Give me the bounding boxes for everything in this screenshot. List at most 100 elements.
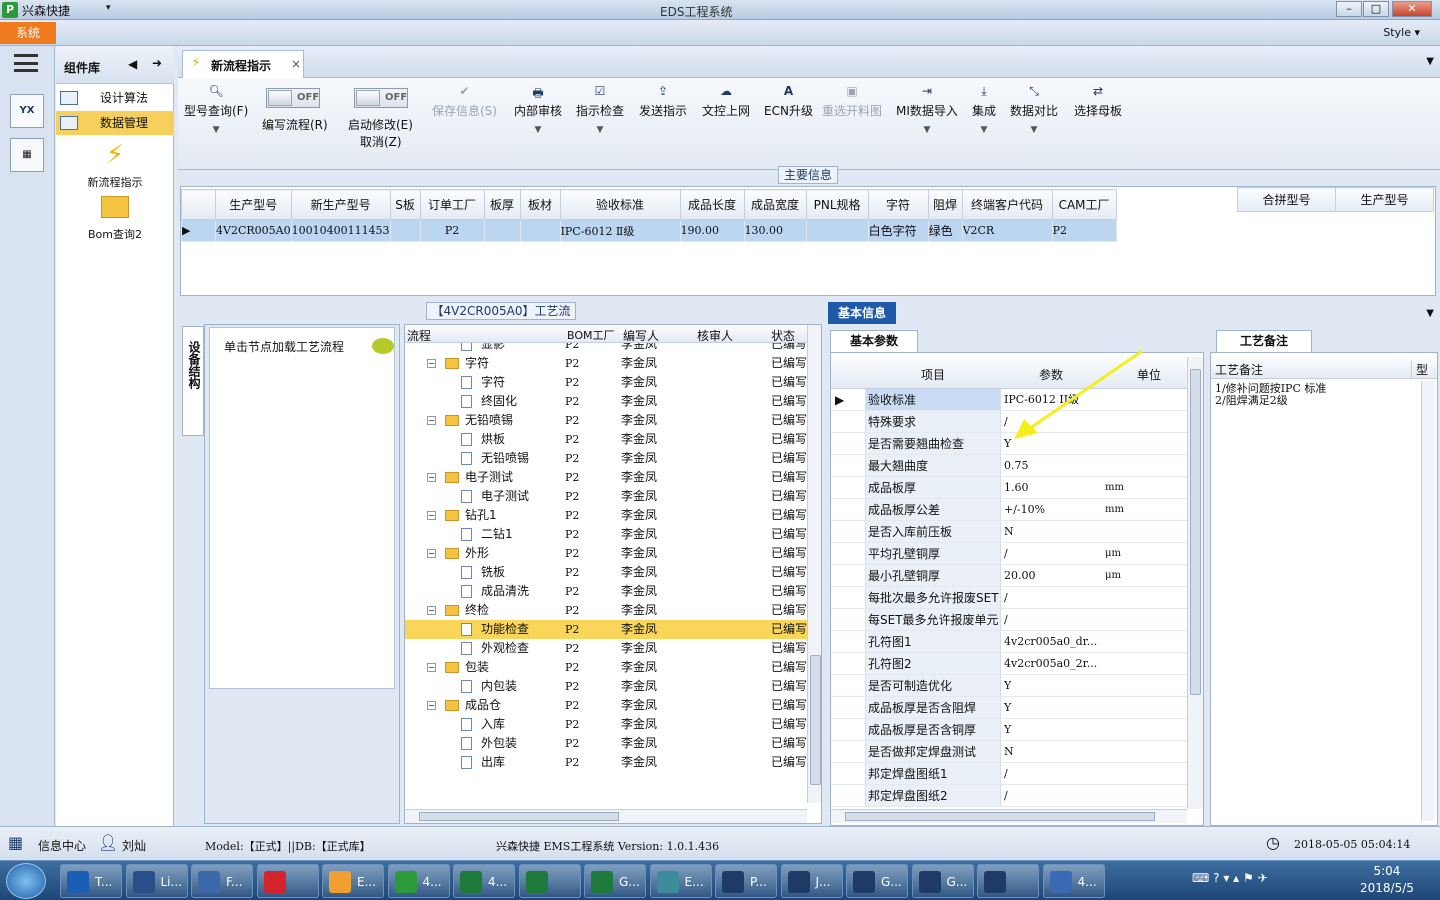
tree-row[interactable]: 烘板 P2 李金凤 已编写 (405, 430, 807, 449)
notes-vertical-scrollbar[interactable] (1421, 381, 1435, 821)
menu-icon[interactable] (14, 54, 38, 72)
side-tab-equipment[interactable]: 设备结构 (182, 326, 204, 436)
param-cell-v[interactable]: 4v2cr005a0_dr... (1002, 631, 1100, 653)
minimize-button[interactable]: – (1336, 1, 1362, 17)
params-vertical-scrollbar[interactable] (1187, 357, 1203, 809)
taskbar-app-button[interactable]: 4... (453, 864, 515, 898)
tree-row[interactable]: 终固化 P2 李金凤 已编写 (405, 392, 807, 411)
internal-review-button[interactable]: 🖶 内部审核 ▼ (514, 84, 562, 135)
table-cell[interactable] (483, 219, 521, 242)
taskbar-app-button[interactable]: P... (715, 864, 777, 898)
instruction-check-button[interactable]: ☑ 指示检查 ▼ (576, 84, 624, 135)
taskbar-app-button[interactable] (977, 864, 1039, 898)
tree-row[interactable]: 二钻1 P2 李金凤 已编写 (405, 525, 807, 544)
tab-list-dropdown-icon[interactable]: ▼ (1426, 56, 1434, 67)
column-header[interactable]: 合拼型号 (1237, 187, 1336, 212)
taskbar-app-button[interactable]: F... (191, 864, 253, 898)
param-cell-v[interactable]: 1.60 (1002, 477, 1100, 499)
collapse-toggle-icon[interactable]: − (427, 549, 436, 558)
data-compare-button[interactable]: ⤡ 数据对比 ▼ (1010, 84, 1058, 135)
collapse-toggle-icon[interactable]: − (427, 416, 436, 425)
column-header[interactable]: 字符 (867, 189, 929, 220)
ecn-upgrade-button[interactable]: A ECN升级 (764, 84, 813, 119)
start-modify-toggle[interactable]: OFF (354, 88, 408, 108)
style-menu[interactable]: Style ▾ (1383, 26, 1420, 39)
param-row[interactable]: 每批次最多允许报废SET / (831, 587, 1187, 609)
new-flow-instruction-item[interactable]: ⚡ 新流程指示 (56, 140, 174, 190)
tree-row[interactable]: − 外形 P2 李金凤 已编写 (405, 544, 807, 563)
table-cell[interactable]: P2 (419, 219, 485, 242)
tree-row[interactable]: 无铅喷锡 P2 李金凤 已编写 (405, 449, 807, 468)
column-header[interactable]: BOM工厂 (567, 327, 615, 343)
quick-access-dropdown-icon[interactable]: ▾ (106, 3, 111, 13)
tree-row[interactable]: 功能检查 P2 李金凤 已编写 (405, 620, 807, 639)
table-cell[interactable]: 绿色 (927, 219, 963, 242)
param-cell-v[interactable]: / (1002, 543, 1100, 565)
param-cell-v[interactable]: Y (1002, 719, 1100, 741)
table-cell[interactable]: 130.00 (743, 219, 807, 242)
column-header[interactable]: 型 (1411, 361, 1428, 378)
process-tree[interactable]: 显影 P2 李金凤 已编写 − 字符 P2 李金凤 已编写 字符 P2 李金凤 已编写 终固化 P2 李金凤已… (405, 343, 807, 803)
tree-row[interactable]: 铣板 P2 李金凤 已编写 (405, 563, 807, 582)
tray-clock[interactable]: 5:04 2018/5/5 (1360, 863, 1414, 897)
collapse-toggle-icon[interactable]: − (427, 701, 436, 710)
param-row[interactable]: 是否入库前压板 N (831, 521, 1187, 543)
column-header[interactable]: 流程 (407, 327, 431, 344)
taskbar-app-button[interactable]: G... (846, 864, 908, 898)
param-row[interactable]: 成品板厚公差 +/-10% mm (831, 499, 1187, 521)
save-info-button[interactable]: ✔ 保存信息(S) (432, 84, 497, 119)
collapse-left-icon[interactable]: ◀ (128, 57, 137, 71)
param-cell-v[interactable]: +/-10% (1002, 499, 1100, 521)
tab-close-icon[interactable]: × (291, 57, 301, 71)
yx-module-icon[interactable]: YX (10, 94, 44, 128)
param-cell-v[interactable]: 20.00 (1002, 565, 1100, 587)
info-center-link[interactable]: 信息中心 (38, 837, 86, 854)
tree-row[interactable]: 成品清洗 P2 李金凤 已编写 (405, 582, 807, 601)
collapse-toggle-icon[interactable]: − (427, 511, 436, 520)
select-mother-board-button[interactable]: ⇄ 选择母板 (1074, 84, 1122, 119)
craft-notes-tab[interactable]: 工艺备注 (1216, 330, 1312, 352)
collapse-toggle-icon[interactable]: − (427, 606, 436, 615)
collapse-toggle-icon[interactable]: − (427, 359, 436, 368)
tree-row[interactable]: − 成品仓 P2 李金凤 已编写 (405, 696, 807, 715)
column-header[interactable]: 订单工厂 (419, 189, 485, 220)
taskbar-app-button[interactable] (518, 864, 581, 898)
column-header[interactable]: 验收标准 (559, 189, 681, 220)
table-cell[interactable]: IPC-6012 Ⅱ级 (559, 219, 681, 242)
tree-row[interactable]: − 包装 P2 李金凤 已编写 (405, 658, 807, 677)
maximize-button[interactable]: □ (1363, 1, 1389, 17)
param-row[interactable]: 邦定焊盘图纸2/ (831, 785, 1187, 807)
taskbar-app-button[interactable]: 4... (387, 864, 450, 898)
param-row[interactable]: 是否做邦定焊盘测试 N (831, 741, 1187, 763)
taskbar-app-button[interactable]: T... (60, 864, 122, 898)
tray-icons[interactable]: ⌨ ? ▾ ▴ ⚑ ✈ (1192, 871, 1268, 885)
table-cell[interactable] (805, 219, 869, 242)
send-instruction-button[interactable]: ⇪ 发送指示 (639, 84, 687, 119)
integrate-button[interactable]: ⤓ 集成 ▼ (972, 84, 996, 135)
param-cell-v[interactable]: / (1002, 609, 1100, 631)
column-header[interactable]: 工艺备注 (1215, 361, 1263, 378)
column-header[interactable]: S板 (389, 189, 421, 220)
tree-row[interactable]: 显影 P2 李金凤 已编写 (405, 343, 807, 354)
system-tab[interactable]: 系统 (0, 22, 56, 44)
param-row[interactable]: 最小孔壁铜厚 20.00 μm (831, 565, 1187, 587)
param-row[interactable]: 成品板厚 1.60 mm (831, 477, 1187, 499)
param-row[interactable]: 是否可制造优化 Y (831, 675, 1187, 697)
table-cell[interactable]: 10010400111453 (290, 219, 391, 242)
params-grid[interactable]: ▶ 验收标准 IPC-6012 II级 特殊要求 / 是否需要翘曲检查 Y 最大翘曲度 0.75… (831, 389, 1187, 807)
notes-text[interactable]: 1/修补问题按IPC 标准 2/阻焊满足2级 (1215, 383, 1326, 407)
panel-dropdown-icon[interactable]: ▼ (1426, 308, 1434, 319)
component-item-design[interactable]: 设计算法 (56, 86, 174, 110)
table-row[interactable]: ▶ 4V2CR005A0 10010400111453 P2 IPC-6012 … (181, 219, 1117, 242)
reselect-material-button[interactable]: ▣ 重选开料图 (822, 84, 882, 119)
tree-row[interactable]: − 无铅喷锡 P2 李金凤 已编写 (405, 411, 807, 430)
model-query-button[interactable]: 🔍︎ 型号查询(F) ▼ (184, 84, 248, 135)
table-cell[interactable]: 白色字符 (867, 219, 929, 242)
param-cell-v[interactable]: 4v2cr005a0_2r... (1002, 653, 1100, 675)
taskbar-app-button[interactable]: J... (780, 864, 843, 898)
tree-row[interactable]: 字符 P2 李金凤 已编写 (405, 373, 807, 392)
param-row[interactable]: 邦定焊盘图纸1/ (831, 763, 1187, 785)
params-horizontal-scrollbar[interactable] (831, 809, 1187, 823)
bom-query-item[interactable]: Bom查询2 (56, 196, 174, 242)
doc-upload-button[interactable]: ☁ 文控上网 (702, 84, 750, 119)
